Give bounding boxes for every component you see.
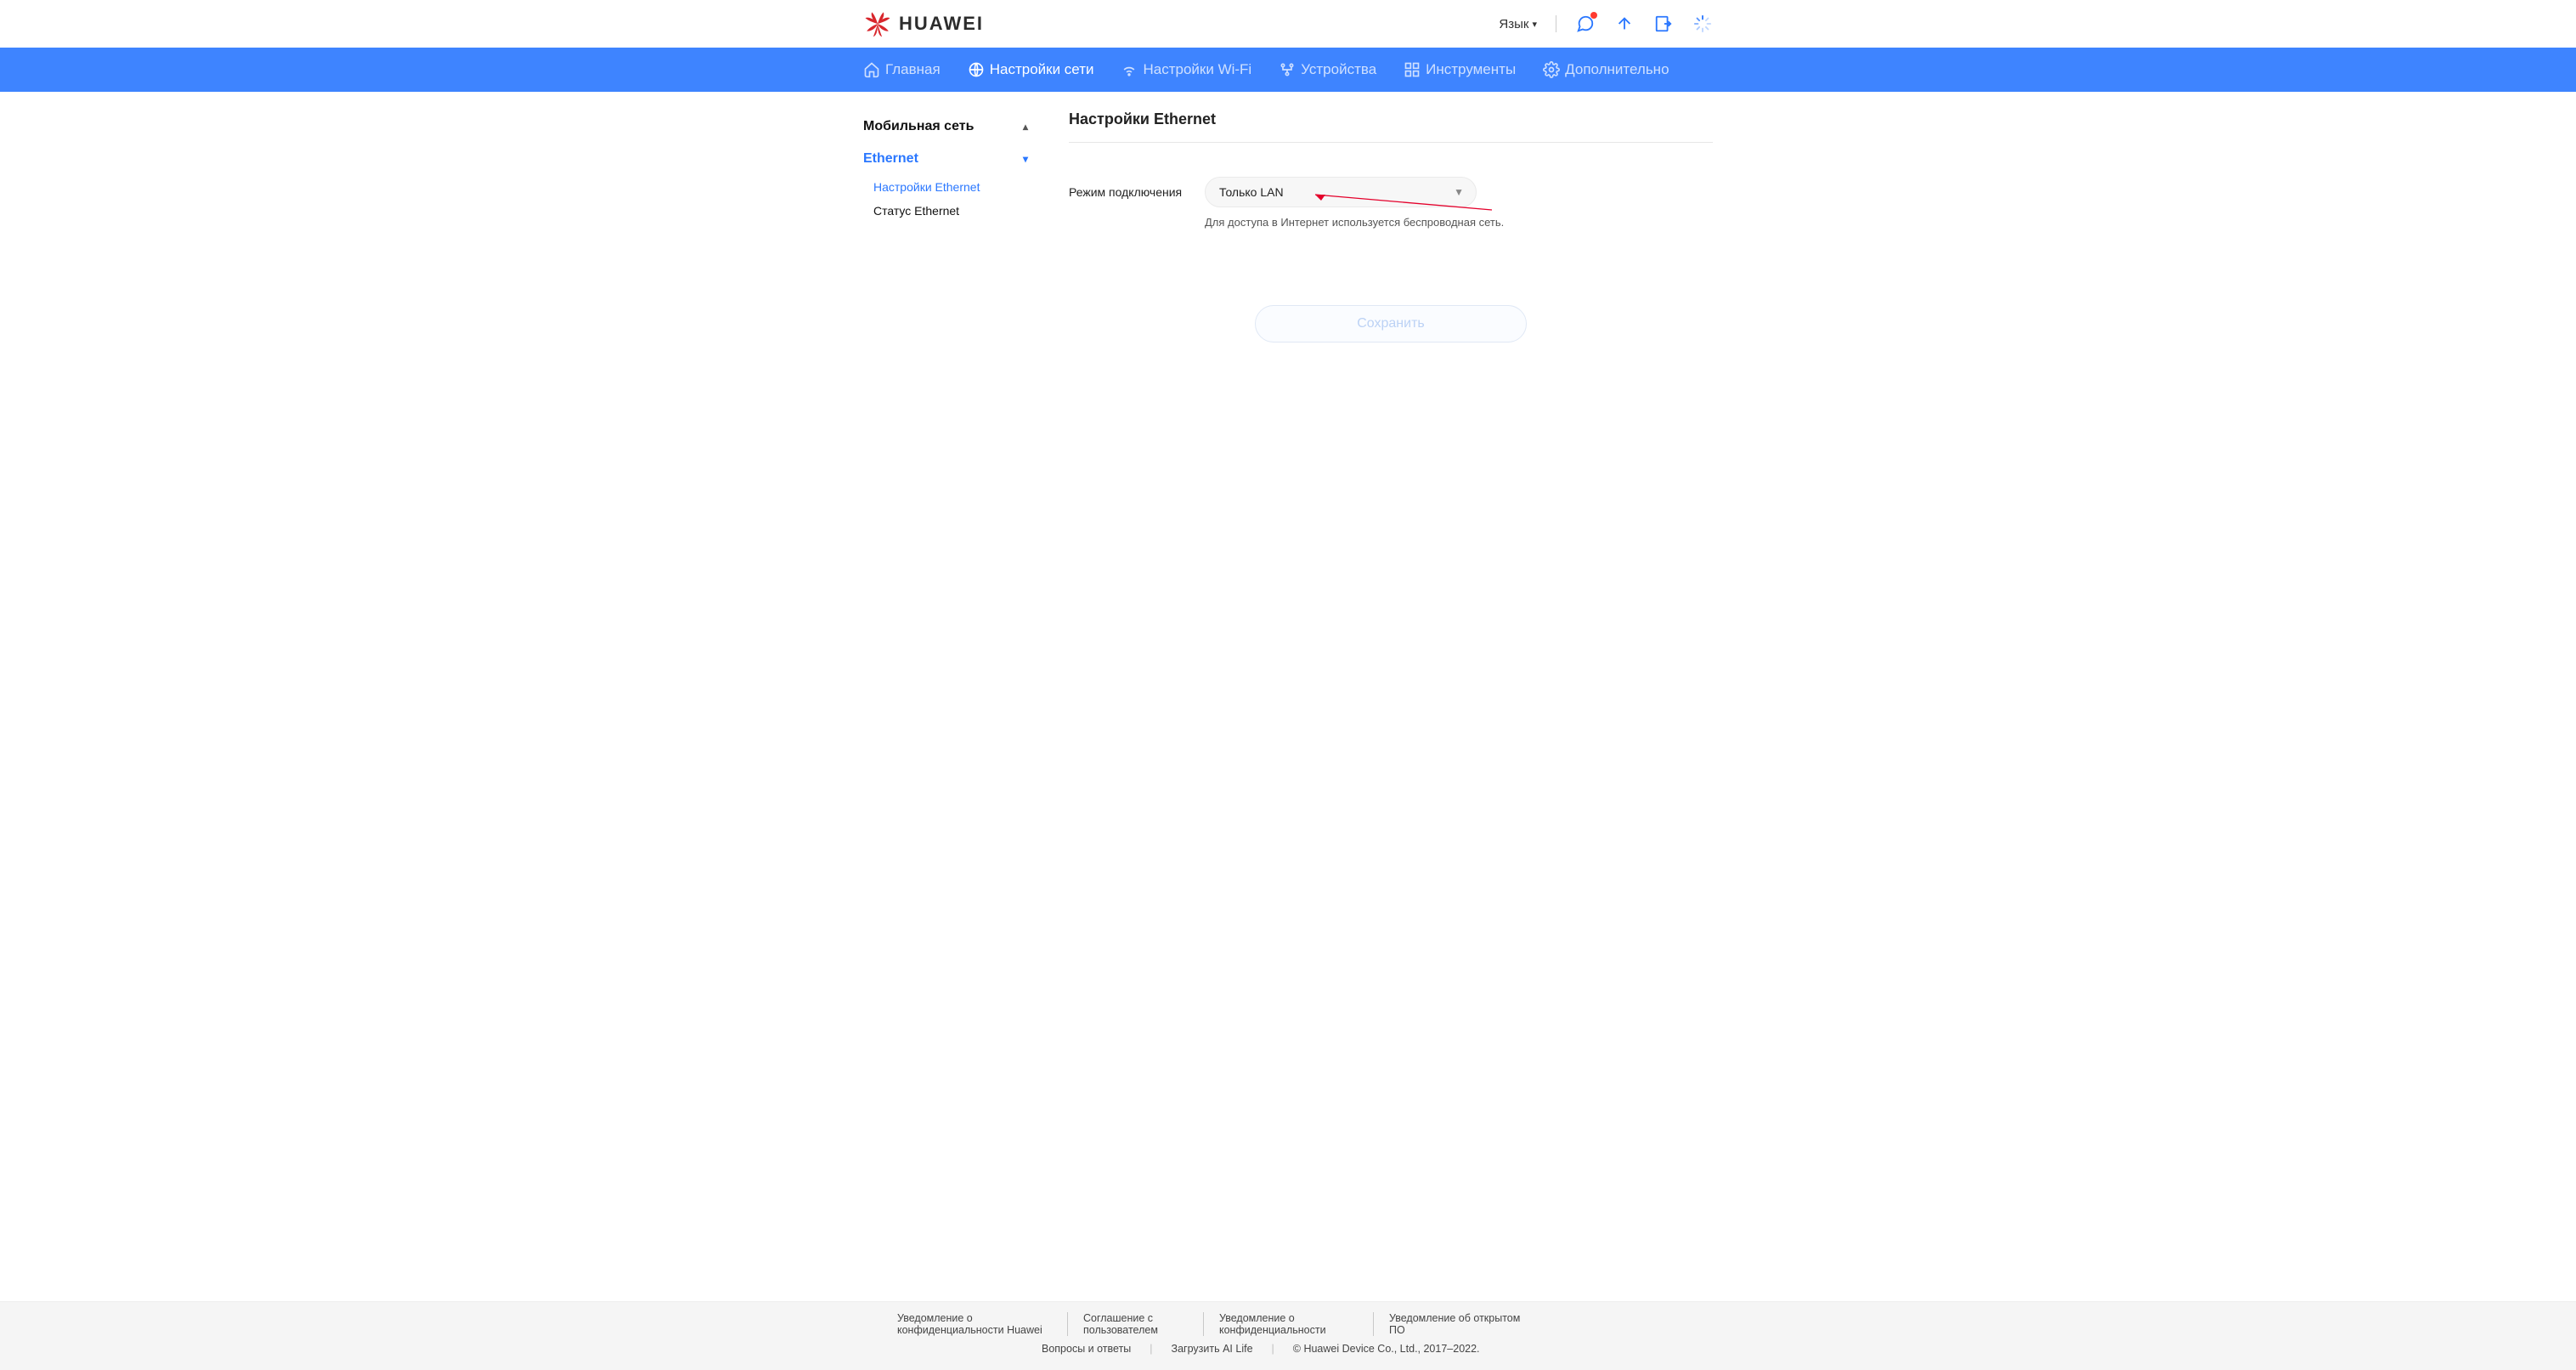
chevron-down-icon: ▼: [1454, 186, 1464, 198]
footer-link-faq[interactable]: Вопросы и ответы: [1042, 1343, 1131, 1355]
connection-mode-label: Режим подключения: [1069, 185, 1205, 199]
language-label: Язык: [1499, 17, 1528, 31]
divider: |: [1150, 1343, 1152, 1355]
footer: Уведомление о конфиденциальности Huawei …: [0, 1301, 2576, 1370]
top-bar: HUAWEI Язык ▾: [0, 0, 2576, 48]
tools-icon: [1404, 61, 1421, 78]
footer-link-privacy-huawei[interactable]: Уведомление о конфиденциальности Huawei: [863, 1312, 1067, 1336]
chevron-up-icon: ▴: [1023, 121, 1028, 133]
connection-mode-row: Режим подключения Только LAN ▼: [1069, 177, 1713, 207]
main-panel: Настройки Ethernet Режим подключения Тол…: [1069, 110, 1713, 342]
sidebar-item-ethernet-settings[interactable]: Настройки Ethernet: [863, 175, 1033, 199]
sidebar-group-ethernet[interactable]: Ethernet ▾: [863, 143, 1033, 175]
nav-devices[interactable]: Устройства: [1279, 61, 1376, 78]
connection-mode-help: Для доступа в Интернет используется бесп…: [1205, 216, 1713, 229]
nav-wifi-label: Настройки Wi-Fi: [1143, 61, 1251, 78]
loading-icon: [1692, 14, 1713, 34]
nav-tools[interactable]: Инструменты: [1404, 61, 1516, 78]
brand-logo: HUAWEI: [863, 9, 984, 38]
globe-icon: [968, 61, 985, 78]
chevron-down-icon: ▾: [1023, 153, 1028, 165]
notifications-icon[interactable]: [1575, 14, 1596, 34]
connection-mode-value: Только LAN: [1219, 185, 1284, 199]
nav-tools-label: Инструменты: [1426, 61, 1516, 78]
sidebar-item-label: Статус Ethernet: [873, 204, 959, 218]
nav-network-settings[interactable]: Настройки сети: [968, 61, 1094, 78]
page-title: Настройки Ethernet: [1069, 110, 1713, 143]
footer-link-privacy-notice[interactable]: Уведомление о конфиденциальности: [1203, 1312, 1373, 1336]
devices-icon: [1279, 61, 1296, 78]
primary-nav: Главная Настройки сети Настройки Wi-Fi У…: [0, 48, 2576, 92]
home-icon: [863, 61, 880, 78]
connection-mode-select[interactable]: Только LAN ▼: [1205, 177, 1477, 207]
language-selector[interactable]: Язык ▾: [1499, 17, 1537, 31]
chevron-down-icon: ▾: [1532, 19, 1537, 30]
footer-link-open-source[interactable]: Уведомление об открытом ПО: [1373, 1312, 1543, 1336]
sidebar-group-ethernet-label: Ethernet: [863, 151, 918, 167]
nav-wifi-settings[interactable]: Настройки Wi-Fi: [1121, 61, 1251, 78]
nav-home[interactable]: Главная: [863, 61, 941, 78]
nav-advanced-label: Дополнительно: [1565, 61, 1669, 78]
sidebar-item-ethernet-status[interactable]: Статус Ethernet: [863, 199, 1033, 223]
nav-advanced[interactable]: Дополнительно: [1543, 61, 1669, 78]
nav-network-label: Настройки сети: [990, 61, 1094, 78]
divider: |: [1272, 1343, 1274, 1355]
sidebar: Мобильная сеть ▴ Ethernet ▾ Настройки Et…: [863, 110, 1033, 342]
sidebar-group-mobile[interactable]: Мобильная сеть ▴: [863, 110, 1033, 143]
save-button[interactable]: Сохранить: [1255, 305, 1527, 342]
nav-home-label: Главная: [885, 61, 941, 78]
gear-icon: [1543, 61, 1560, 78]
content-area: Мобильная сеть ▴ Ethernet ▾ Настройки Et…: [0, 92, 2576, 1301]
wifi-icon: [1121, 61, 1138, 78]
top-actions: Язык ▾: [1499, 14, 1713, 34]
sidebar-group-mobile-label: Мобильная сеть: [863, 119, 974, 134]
brand-name: HUAWEI: [899, 13, 984, 35]
footer-link-download-app[interactable]: Загрузить AI Life: [1172, 1343, 1253, 1355]
footer-link-user-agreement[interactable]: Соглашение с пользователем: [1067, 1312, 1203, 1336]
logout-icon[interactable]: [1653, 14, 1674, 34]
update-icon[interactable]: [1614, 14, 1635, 34]
footer-copyright: © Huawei Device Co., Ltd., 2017–2022.: [1293, 1343, 1480, 1355]
sidebar-item-label: Настройки Ethernet: [873, 180, 980, 194]
huawei-petal-icon: [863, 9, 892, 38]
notification-badge: [1590, 12, 1597, 19]
nav-devices-label: Устройства: [1301, 61, 1376, 78]
